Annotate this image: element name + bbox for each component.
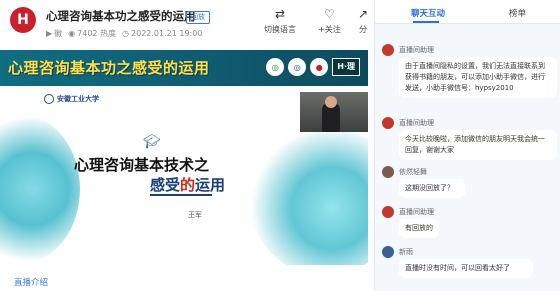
user-avatar[interactable] — [382, 206, 394, 218]
user-avatar[interactable] — [382, 166, 394, 178]
follow-label: +关注 — [318, 25, 341, 34]
slide-underline — [150, 194, 212, 196]
message-author: 直播间助理 — [399, 119, 434, 127]
heat-meta: ◉ 7402 热度 — [68, 28, 116, 39]
video-header: H 心理咨询基本功之感受的运用 回放 ▶ 徽 ◉ 7402 热度 ◷ 2022.01.… — [0, 0, 368, 46]
partner-logo-icon: ◎ — [266, 58, 285, 76]
video-player[interactable]: 心理咨询基本功之感受的运用 ◎ ◎ ● H·理 安徽工业大学 🎓︎ 心理咨询基本… — [0, 50, 368, 265]
banner-title: 心理咨询基本功之感受的运用 — [8, 59, 210, 77]
school-seal-icon — [44, 94, 54, 104]
page-title: 心理咨询基本功之感受的运用 — [46, 9, 196, 23]
translate-button[interactable]: ⇄ 切换语言 — [264, 7, 296, 35]
school-mark: 安徽工业大学 — [44, 94, 99, 104]
channel-logo[interactable]: H — [10, 7, 36, 33]
slide-subheading: 感受的运用 — [150, 174, 225, 195]
broadcast-time: 2022.01.21 19:00 — [131, 29, 203, 38]
brand-logo-icon: ● — [310, 58, 329, 76]
author-name: 徽 — [54, 29, 63, 38]
user-avatar[interactable] — [382, 117, 394, 129]
slide-banner: 心理咨询基本功之感受的运用 ◎ ◎ ● H·理 — [0, 50, 368, 86]
message-bubble: 直播时没有时间，可以回看太好了 — [399, 259, 533, 278]
tab-ranking[interactable]: 榜单 — [509, 7, 526, 19]
replay-badge: 回放 — [186, 11, 210, 24]
share-icon: ↗ — [358, 7, 369, 21]
share-button[interactable]: ↗ 分 — [358, 7, 368, 35]
slide-sub-part-b: 的 — [180, 176, 196, 194]
message-author: 直播间助理 — [399, 208, 434, 216]
message-author: 依然轻舞 — [399, 168, 427, 176]
presenter-camera — [300, 92, 368, 132]
clock-icon: ◷ — [122, 29, 130, 38]
chat-panel: 聊天互动 榜单 直播间助理 由于直播间隐私的设置，我们无法直接联系到获得书籍的朋… — [374, 0, 560, 291]
slide-sub-part-c: 运用 — [195, 176, 226, 194]
translate-label: 切换语言 — [264, 25, 296, 34]
message-bubble: 由于直播间隐私的设置，我们无法直接联系到获得书籍的朋友，可以添加小助手微信，进行… — [399, 57, 557, 98]
play-icon: ▶ — [46, 29, 53, 38]
left-flower-decoration — [0, 114, 80, 264]
message-author: 新雨 — [399, 248, 413, 256]
message-bubble: 今天比较晚啦，添加微信的朋友明天我会统一回复，谢谢大家 — [399, 130, 557, 160]
translate-icon: ⇄ — [274, 7, 286, 21]
graduation-cap-icon: 🎓︎ — [143, 134, 161, 150]
banner-logos: ◎ ◎ ● H·理 — [266, 58, 360, 76]
time-meta: ◷ 2022.01.21 19:00 — [122, 29, 202, 38]
video-meta: ▶ 徽 ◉ 7402 热度 ◷ 2022.01.21 19:00 — [46, 28, 202, 39]
chat-tabs: 聊天互动 榜单 — [375, 0, 560, 24]
author-meta: ▶ 徽 — [46, 28, 62, 39]
university-logo-icon: ◎ — [288, 58, 307, 76]
school-name: 安徽工业大学 — [57, 95, 99, 103]
user-avatar[interactable] — [382, 44, 394, 56]
follow-icon: ♡ — [323, 7, 335, 21]
presentation-slide: 安徽工业大学 🎓︎ 心理咨询基本技术之 感受的运用 王军 — [0, 86, 368, 265]
slide-heading: 心理咨询基本技术之 — [74, 156, 210, 174]
presenter-head — [325, 96, 337, 108]
right-flower-decoration — [250, 126, 368, 265]
active-tab-indicator — [413, 21, 439, 23]
tab-chat[interactable]: 聊天互动 — [411, 7, 445, 19]
message-bubble: 这期没回放了？ — [399, 179, 465, 198]
message-author: 直播间助理 — [399, 46, 434, 54]
follow-button[interactable]: ♡ +关注 — [318, 7, 341, 35]
share-label: 分 — [359, 25, 368, 34]
user-avatar[interactable] — [382, 246, 394, 258]
message-bubble: 有回放的 — [399, 219, 439, 238]
brand-text-logo: H·理 — [332, 58, 360, 76]
heat-count: 7402 热度 — [77, 29, 117, 38]
live-intro-link[interactable]: 直播介绍 — [14, 276, 48, 288]
slide-author: 王军 — [188, 211, 202, 219]
slide-sub-part-a: 感受 — [150, 176, 181, 194]
eye-icon: ◉ — [68, 29, 76, 38]
